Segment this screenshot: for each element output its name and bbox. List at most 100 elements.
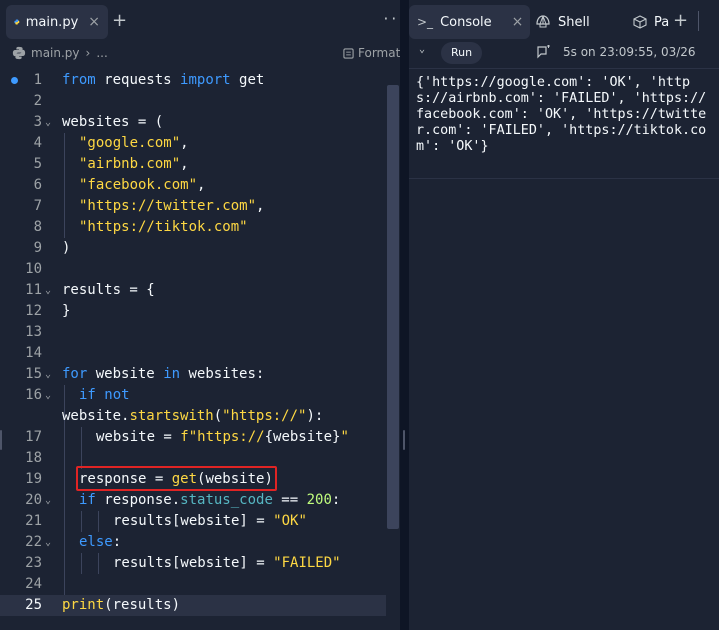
line-number: 2 <box>33 93 42 109</box>
editor-tabbar: main.py × + ··· <box>0 0 405 44</box>
token-fstring: " <box>340 429 349 445</box>
close-icon[interactable]: × <box>512 14 524 30</box>
token-punct: , <box>180 135 189 151</box>
shell-icon <box>536 15 550 28</box>
token-string: "airbnb.com" <box>79 156 181 172</box>
code-line: if response.status_code == 200: <box>0 490 386 511</box>
code-line: results[website] = "OK" <box>0 511 386 532</box>
gutter-row: 14 <box>0 343 386 364</box>
resize-handle[interactable] <box>403 430 405 450</box>
tab-label: Pa <box>654 14 670 30</box>
token-keyword: not <box>104 387 130 403</box>
gutter-row: 24 <box>0 574 386 595</box>
token-fstring: f"https:// <box>180 429 265 445</box>
token-name: websites: <box>188 366 265 382</box>
token-string: "google.com" <box>79 135 181 151</box>
token-name: response. <box>95 492 181 508</box>
token-punct: ) <box>62 240 71 256</box>
token-keyword: if <box>79 492 96 508</box>
close-icon[interactable]: × <box>88 14 100 30</box>
token-keyword: in <box>163 366 181 382</box>
console-toolbar: ⌄ Run 5s on 23:09:55, 03/26 <box>409 38 719 68</box>
token-string: "https://" <box>222 408 307 424</box>
pane-divider[interactable] <box>400 0 409 630</box>
package-icon <box>633 15 647 29</box>
token-string: "FAILED" <box>273 555 341 571</box>
code-line: "google.com", <box>0 133 386 154</box>
editor-pane: main.py × + ··· main.py › ... Format 1 2… <box>0 0 405 630</box>
tab-label: Console <box>440 14 492 30</box>
gutter-row: 13 <box>0 322 386 343</box>
tab-separator <box>698 11 699 31</box>
format-label: Format <box>358 46 401 60</box>
token-punct: , <box>180 156 189 172</box>
line-number: 24 <box>25 576 42 592</box>
token-name: get <box>239 72 265 88</box>
token-punct: , <box>197 177 206 193</box>
code-line: ) <box>0 238 386 259</box>
token-assign: results = { <box>62 282 155 298</box>
line-number: 14 <box>25 345 42 361</box>
new-tab-button[interactable]: + <box>112 11 127 31</box>
chevron-down-icon[interactable]: ⌄ <box>419 44 425 55</box>
code-line: "https://twitter.com", <box>0 196 386 217</box>
breadcrumb: main.py › ... Format <box>0 42 400 64</box>
format-icon <box>343 47 354 59</box>
divider <box>409 68 719 69</box>
run-meta: 5s on 23:09:55, 03/26 <box>563 45 696 59</box>
code-line: print(results) <box>0 595 386 616</box>
token-string: "https://twitter.com" <box>79 198 257 214</box>
new-tab-button[interactable]: + <box>673 11 688 31</box>
chat-icon[interactable] <box>536 45 551 59</box>
token-punct: , <box>256 198 265 214</box>
python-icon <box>12 46 26 60</box>
python-icon <box>14 19 20 25</box>
line-number: 18 <box>25 450 42 466</box>
token-operator: == <box>272 492 307 508</box>
code-line-wrapped: website.startswith("https://"): <box>0 406 386 427</box>
code-line: websites = ( <box>0 112 386 133</box>
token-method: startswith <box>129 408 214 424</box>
code-line: "airbnb.com", <box>0 154 386 175</box>
code-line: "https://tiktok.com" <box>0 217 386 238</box>
token-assign: results[website] = <box>113 555 274 571</box>
format-button[interactable]: Format <box>343 46 400 60</box>
token-keyword: from <box>62 72 96 88</box>
editor-scrollbar[interactable] <box>387 85 399 529</box>
token-number: 200 <box>306 492 332 508</box>
code-line: for website in websites: <box>0 364 386 385</box>
token-string: "OK" <box>273 513 307 529</box>
token-args: (results) <box>104 597 181 613</box>
code-line: results = { <box>0 280 386 301</box>
breadcrumb-file[interactable]: main.py <box>31 46 80 60</box>
token-string: "facebook.com" <box>79 177 198 193</box>
left-edge-handle[interactable] <box>0 430 2 450</box>
token-keyword: for <box>62 366 88 382</box>
run-button[interactable]: Run <box>441 42 483 64</box>
token-keyword: if <box>79 387 96 403</box>
console-output: {'https://google.com': 'OK', 'https://ai… <box>416 75 707 154</box>
gutter-row: 2 <box>0 91 386 112</box>
token-attribute: status_code <box>180 492 273 508</box>
token-keyword: else <box>79 534 113 550</box>
token-module: requests <box>104 72 172 88</box>
tab-label: Shell <box>558 14 590 30</box>
line-number: 13 <box>25 324 42 340</box>
divider <box>409 178 719 179</box>
code-line: "facebook.com", <box>0 175 386 196</box>
token-punct: : <box>112 534 122 550</box>
code-line: if not <box>0 385 386 406</box>
tab-console[interactable]: >_ Console × <box>409 5 530 39</box>
console-icon: >_ <box>417 15 434 29</box>
breadcrumb-rest[interactable]: ... <box>96 46 107 60</box>
code-line: from requests import get <box>0 70 386 91</box>
token-function: print <box>62 597 105 613</box>
code-editor[interactable]: 1 2 3 ⌄ 4 5 6 7 8 9 10 11 ⌄ 12 13 14 15 ⌄ 16 ⌄ 17 18 19 20 ⌄ 21 22… <box>0 70 400 630</box>
token-assign: websites = ( <box>62 114 164 130</box>
token-string: "https://tiktok.com" <box>79 219 248 235</box>
token-assign: results[website] = <box>113 513 274 529</box>
console-pane: >_ Console × Shell Pa + ⌄ Run 5s on 23:0… <box>409 0 719 630</box>
tab-main-py[interactable]: main.py × <box>6 5 108 39</box>
tab-shell[interactable]: Shell <box>535 5 615 39</box>
token-name: website. <box>62 408 130 424</box>
